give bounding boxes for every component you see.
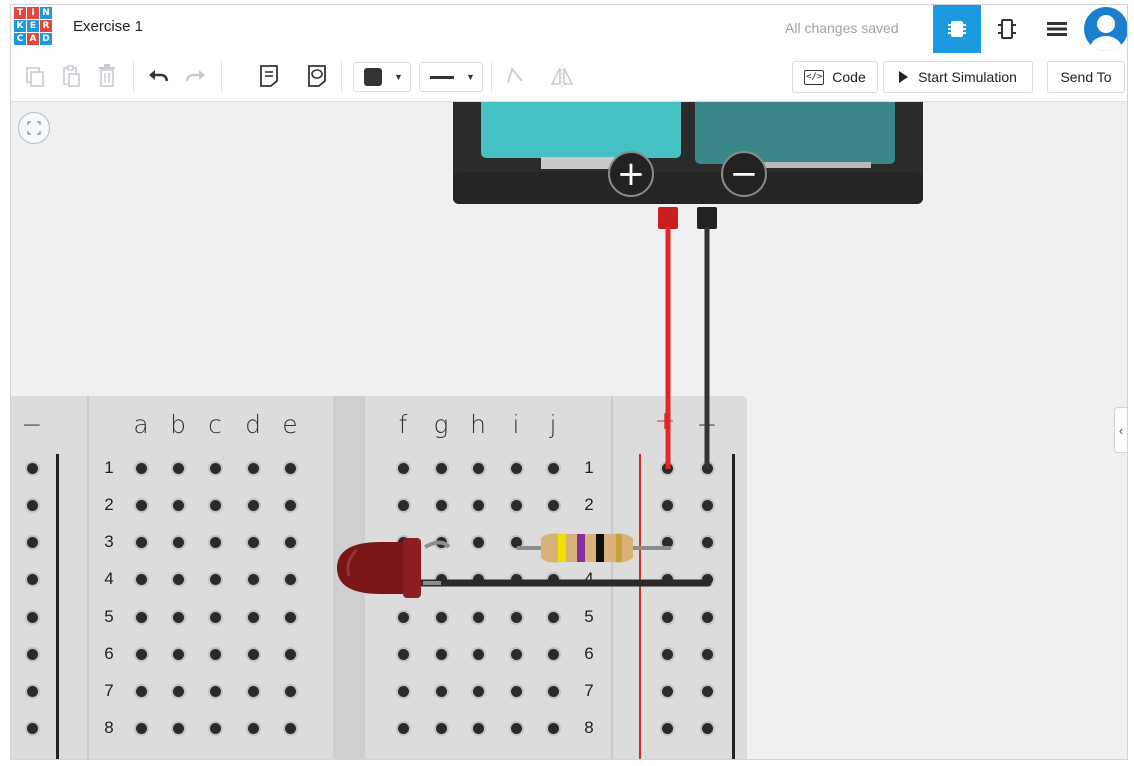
save-status: All changes saved <box>785 20 899 36</box>
toolbar: ▼ ▼ </> Code Start Simulation Send To <box>11 53 1127 102</box>
circuit-canvas[interactable]: + − −abcdefghij+−1122334455667788 <box>11 102 1127 759</box>
logo-letter: K <box>14 20 26 32</box>
positive-wire[interactable] <box>658 207 678 469</box>
flip-icon[interactable] <box>547 61 577 91</box>
tinkercad-logo[interactable]: TIN KER CAD <box>14 7 52 45</box>
paste-icon[interactable] <box>57 61 85 91</box>
circuit-wiring <box>337 207 717 598</box>
chevron-down-icon: ▼ <box>466 72 475 82</box>
code-button[interactable]: </> Code <box>792 61 878 93</box>
delete-icon[interactable] <box>93 61 121 91</box>
logo-letter: E <box>27 20 39 32</box>
schematic-view-icon[interactable] <box>983 5 1031 53</box>
resistor-band-1 <box>558 534 566 562</box>
rotate-icon[interactable] <box>501 61 529 91</box>
code-icon: </> <box>804 69 825 85</box>
code-button-label: Code <box>832 69 866 85</box>
start-simulation-button[interactable]: Start Simulation <box>883 61 1033 93</box>
resistor-band-3 <box>596 534 604 562</box>
toolbar-divider <box>341 61 342 93</box>
logo-letter: T <box>14 7 26 19</box>
logo-letter: I <box>27 7 39 19</box>
logo-letter: D <box>40 33 52 45</box>
play-icon <box>899 71 909 83</box>
resistor-band-2 <box>577 534 585 562</box>
resistor[interactable] <box>517 533 671 563</box>
collapse-panel-icon[interactable]: ‹ <box>1114 407 1127 453</box>
send-to-button[interactable]: Send To <box>1047 61 1125 93</box>
led[interactable] <box>337 538 451 598</box>
user-avatar[interactable] <box>1084 7 1127 51</box>
copy-icon[interactable] <box>21 61 49 91</box>
app-window: TIN KER CAD Exercise 1 All changes saved ▼… <box>10 4 1128 760</box>
logo-letter: A <box>27 33 39 45</box>
toolbar-divider <box>221 61 222 93</box>
project-title[interactable]: Exercise 1 <box>73 18 143 35</box>
circuit-view-icon[interactable] <box>933 5 981 53</box>
component-list-icon[interactable] <box>1033 5 1081 53</box>
toolbar-divider <box>491 61 492 93</box>
toolbar-divider <box>133 61 134 93</box>
logo-letter: R <box>40 20 52 32</box>
line-style-icon <box>430 75 454 79</box>
top-bar: TIN KER CAD Exercise 1 All changes saved <box>11 5 1127 54</box>
logo-letter: C <box>14 33 26 45</box>
redo-icon[interactable] <box>181 61 211 91</box>
fill-color-swatch <box>364 68 382 86</box>
logo-letter: N <box>40 7 52 19</box>
line-style-dropdown[interactable]: ▼ <box>419 62 483 92</box>
undo-icon[interactable] <box>143 61 173 91</box>
chevron-down-icon: ▼ <box>394 72 403 82</box>
notes-icon[interactable] <box>255 61 283 91</box>
send-to-label: Send To <box>1060 69 1112 85</box>
notes-visibility-icon[interactable] <box>303 61 331 91</box>
resistor-band-4 <box>616 534 622 562</box>
negative-wire[interactable] <box>697 207 717 469</box>
fill-color-dropdown[interactable]: ▼ <box>353 62 411 92</box>
start-simulation-label: Start Simulation <box>918 69 1017 85</box>
